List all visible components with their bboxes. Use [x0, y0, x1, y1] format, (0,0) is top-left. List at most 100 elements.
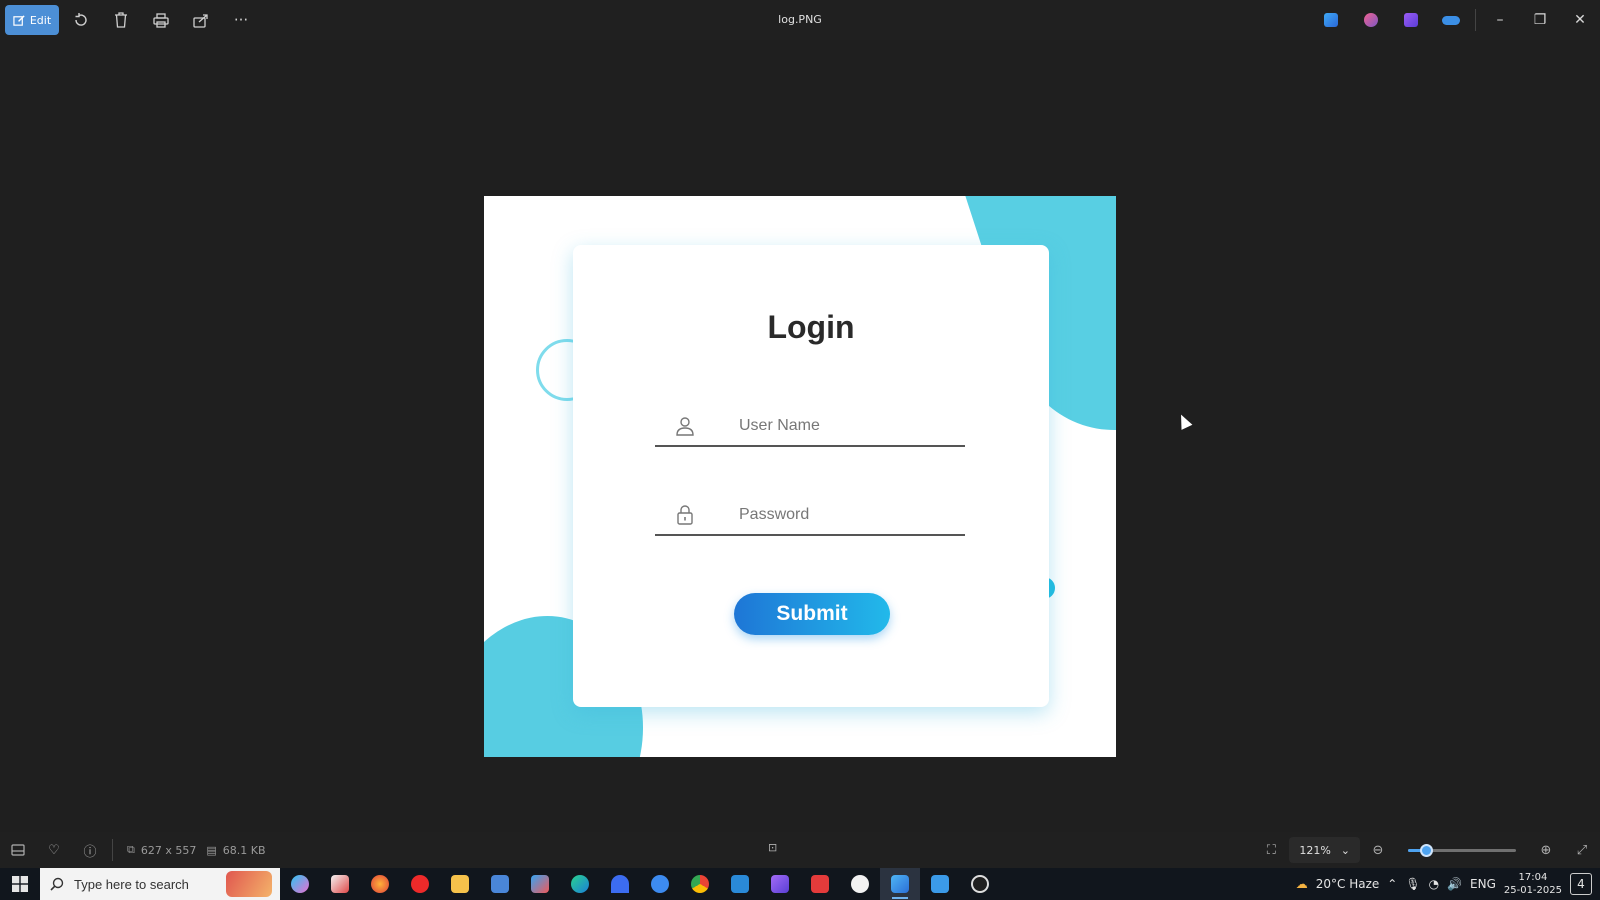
- taskbar-app-arc[interactable]: [600, 868, 640, 900]
- more-icon: ···: [233, 11, 249, 29]
- search-icon: [50, 877, 64, 891]
- clock-time: 17:04: [1518, 872, 1548, 883]
- onedrive-button[interactable]: [1431, 0, 1471, 40]
- edit-button[interactable]: Edit: [5, 5, 59, 35]
- filmstrip-icon: [11, 844, 25, 856]
- visual-search-button[interactable]: ⊡: [768, 841, 777, 854]
- file-info-button[interactable]: ⓘ: [72, 841, 108, 860]
- taskbar-app-chrome[interactable]: [680, 868, 720, 900]
- vscode-icon: [731, 875, 749, 893]
- image-canvas[interactable]: Login User Name Password Submit: [0, 40, 1600, 832]
- displayed-image: Login User Name Password Submit: [484, 196, 1116, 757]
- taskbar-app-media[interactable]: [800, 868, 840, 900]
- user-icon: [676, 417, 694, 436]
- taskbar-app-photos[interactable]: [880, 868, 920, 900]
- rotate-icon: [75, 13, 87, 26]
- taskbar-app-opera[interactable]: [400, 868, 440, 900]
- submit-button-graphic: Submit: [734, 593, 890, 635]
- file-size-text: 68.1 KB: [222, 843, 266, 857]
- fit-window-icon: ⛶: [1266, 842, 1276, 858]
- taskbar-app-screen-recorder[interactable]: [960, 868, 1000, 900]
- store-icon: [531, 875, 549, 893]
- edit-label: Edit: [29, 13, 52, 27]
- zoom-out-button[interactable]: ⊖: [1360, 843, 1396, 858]
- zoom-in-button[interactable]: ⊕: [1528, 843, 1564, 858]
- monitor-icon: [491, 875, 509, 893]
- minimize-button[interactable]: –: [1480, 0, 1520, 40]
- volume-icon[interactable]: 🔊: [1447, 877, 1462, 891]
- taskbar-app-clipchamp[interactable]: [760, 868, 800, 900]
- more-button[interactable]: ···: [221, 0, 261, 40]
- delete-button[interactable]: [101, 0, 141, 40]
- taskbar-app-chatgpt[interactable]: [840, 868, 880, 900]
- search-highlight-icon: [226, 871, 272, 897]
- taskbar-app-terminal[interactable]: [920, 868, 960, 900]
- taskbar-app-remote-desktop[interactable]: [480, 868, 520, 900]
- taskbar-app-copilot[interactable]: [280, 868, 320, 900]
- taskbar-search-box[interactable]: Type here to search: [40, 868, 280, 900]
- media-icon: [811, 875, 829, 893]
- app-store-icon: [651, 875, 669, 893]
- taskbar: Type here to search ☁ 20°C Haze ⌃ 🎙 ◔ 🔊 …: [0, 868, 1600, 900]
- search-placeholder: Type here to search: [74, 876, 189, 892]
- clipchamp-button[interactable]: [1391, 0, 1431, 40]
- print-button[interactable]: [141, 0, 181, 40]
- close-icon: ✕: [1574, 12, 1586, 28]
- chatgpt-icon: [851, 875, 869, 893]
- chevron-up-icon[interactable]: ⌃: [1387, 877, 1397, 891]
- zoom-slider-thumb[interactable]: [1420, 843, 1434, 857]
- disk-icon: ▤: [206, 843, 217, 857]
- rotate-button[interactable]: [61, 0, 101, 40]
- close-button[interactable]: ✕: [1560, 0, 1600, 40]
- mouse-cursor-icon: [1175, 412, 1193, 430]
- microphone-icon[interactable]: 🎙: [1405, 877, 1420, 891]
- language-indicator[interactable]: ENG: [1470, 877, 1496, 891]
- share-button[interactable]: [181, 0, 221, 40]
- restore-button[interactable]: ❐: [1520, 0, 1560, 40]
- dimensions-text: 627 x 557: [140, 843, 197, 857]
- username-placeholder: User Name: [739, 417, 820, 434]
- favorite-button[interactable]: ♡: [36, 843, 72, 858]
- dimensions-icon: ⧉: [127, 843, 135, 856]
- zoom-out-icon: ⊖: [1372, 842, 1384, 858]
- taskbar-app-firefox[interactable]: [360, 868, 400, 900]
- photos-editor-button[interactable]: [1311, 0, 1351, 40]
- taskbar-app-vscode[interactable]: [720, 868, 760, 900]
- clock[interactable]: 17:04 25-01-2025: [1504, 871, 1562, 897]
- file-size: ▤ 68.1 KB: [206, 844, 265, 857]
- toolbar: Edit ··· log.PNG – ❐ ✕: [0, 0, 1600, 40]
- notification-center-button[interactable]: 4: [1570, 873, 1592, 895]
- filmstrip-button[interactable]: [0, 844, 36, 856]
- chrome-icon: [691, 875, 709, 893]
- taskbar-app-paint[interactable]: [320, 868, 360, 900]
- weather-text[interactable]: 20°C Haze: [1316, 877, 1380, 891]
- opera-icon: [411, 875, 429, 893]
- zoom-in-icon: ⊕: [1540, 842, 1552, 858]
- zoom-dropdown[interactable]: 121% ⌄: [1289, 837, 1360, 863]
- copilot-icon: [291, 875, 309, 893]
- lock-icon: [677, 505, 693, 525]
- taskbar-app-file-explorer[interactable]: [440, 868, 480, 900]
- minimize-icon: –: [1496, 12, 1504, 28]
- paint-icon: [331, 875, 349, 893]
- windows-icon: [12, 876, 28, 892]
- photos-icon: [891, 875, 909, 893]
- taskbar-app-app-store[interactable]: [640, 868, 680, 900]
- zoom-level: 121%: [1299, 843, 1331, 857]
- username-field: User Name: [655, 407, 965, 447]
- fullscreen-button[interactable]: ⤢: [1564, 843, 1600, 858]
- taskbar-app-edge[interactable]: [560, 868, 600, 900]
- notification-count: 4: [1577, 877, 1585, 891]
- fit-to-window-button[interactable]: ⛶: [1253, 843, 1289, 858]
- zoom-slider[interactable]: [1408, 843, 1516, 857]
- password-placeholder: Password: [739, 506, 810, 523]
- wifi-icon[interactable]: ◔: [1429, 877, 1439, 891]
- start-button[interactable]: [0, 868, 40, 900]
- image-dimensions: ⧉ 627 x 557: [127, 843, 196, 857]
- clipchamp-icon: [771, 875, 789, 893]
- restore-icon: ❐: [1533, 12, 1547, 28]
- chevron-down-icon: ⌄: [1340, 843, 1350, 857]
- copilot-button[interactable]: [1351, 0, 1391, 40]
- recorder-icon: [971, 875, 989, 893]
- taskbar-app-store[interactable]: [520, 868, 560, 900]
